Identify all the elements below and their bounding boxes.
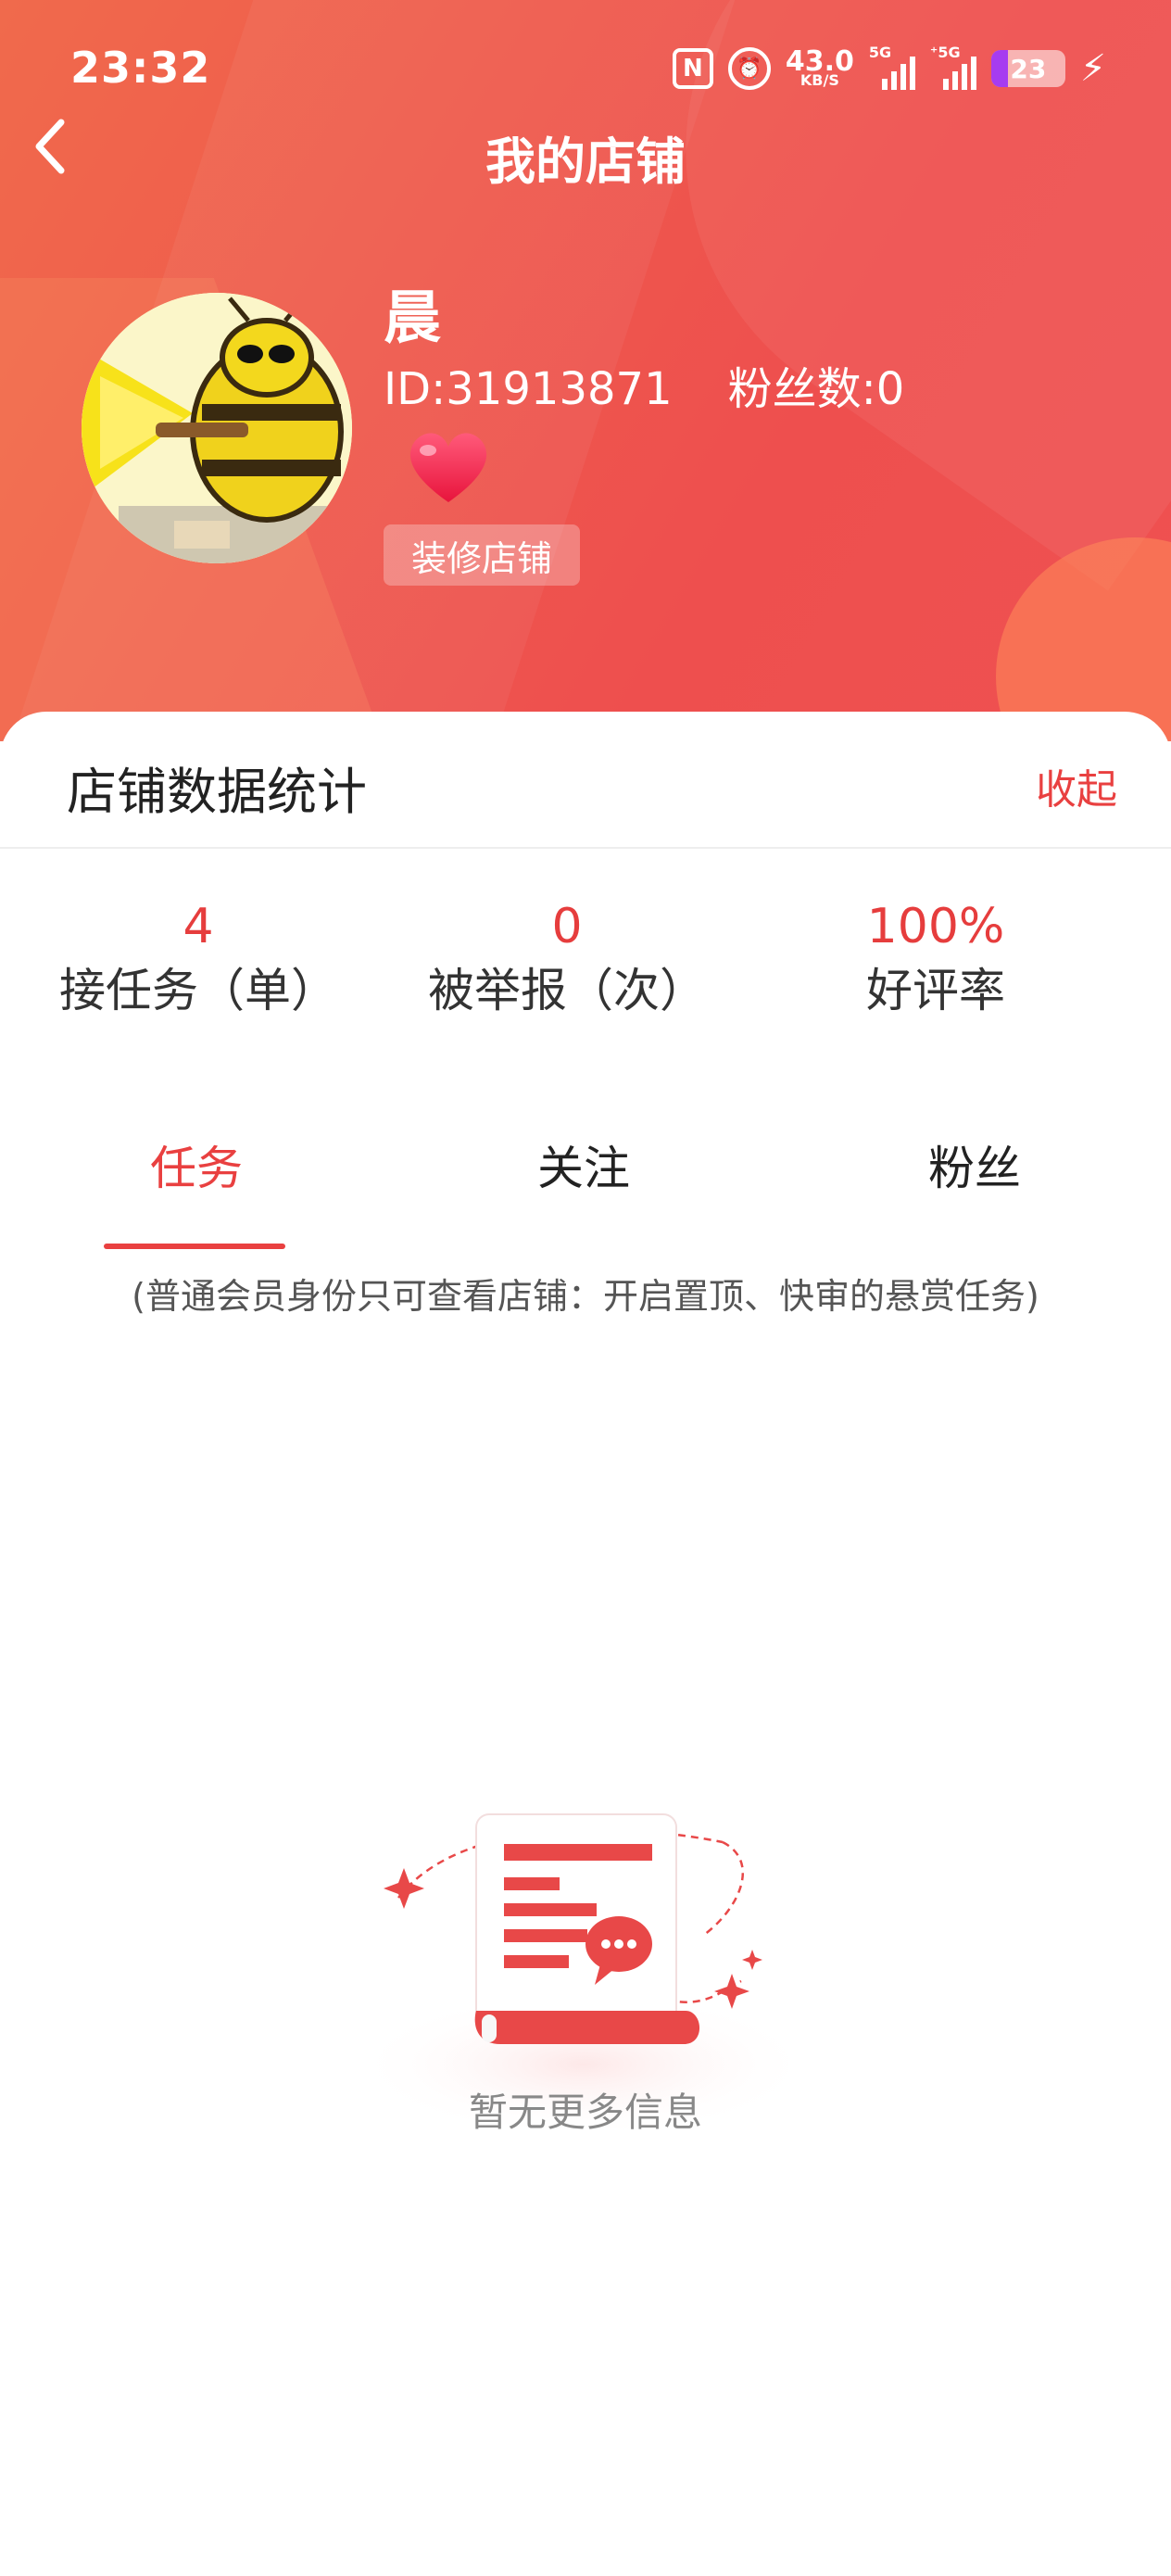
decorate-shop-button[interactable]: 装修店铺 <box>384 524 580 586</box>
battery-level: 23 <box>1010 53 1047 84</box>
nfc-icon: N <box>672 48 713 89</box>
net-speed: 43.0 KB/S <box>785 45 854 90</box>
member-notice: (普通会员身份只可查看店铺：开启置顶、快审的悬赏任务) <box>132 1276 1039 1317</box>
status-icons: N ⏰ 43.0 KB/S 5G ⁺5G 23 ⚡ <box>672 41 1106 96</box>
net-speed-value: 43.0 <box>785 45 854 79</box>
stat-value: 100% <box>866 899 1005 954</box>
stats-title: 店铺数据统计 <box>67 763 367 821</box>
header-banner: 23:32 N ⏰ 43.0 KB/S 5G ⁺5G 23 ⚡ 我的店铺 晨 I… <box>0 0 1171 741</box>
stats-header: 店铺数据统计 收起 <box>0 712 1171 849</box>
heart-icon <box>402 424 495 508</box>
net-speed-unit: KB/S <box>800 71 839 90</box>
stat-label: 好评率 <box>866 964 1005 1017</box>
signal-5g-icon: ⁺5G <box>930 44 976 90</box>
status-bar: 23:32 N ⏰ 43.0 KB/S 5G ⁺5G 23 ⚡ <box>0 0 1171 139</box>
shop-name: 晨 <box>384 284 442 351</box>
alarm-icon: ⏰ <box>727 47 771 90</box>
shop-id: ID:31913871 <box>384 363 673 415</box>
fans-count: 粉丝数:0 <box>727 363 905 415</box>
header-decor-circle <box>996 537 1171 741</box>
stat-label: 被举报（次） <box>428 964 706 1017</box>
stats-card: 店铺数据统计 收起 4 接任务（单） 0 被举报（次） 100% 好评率 任务 … <box>0 712 1171 2576</box>
stat-rating: 100% 好评率 <box>741 903 1130 1014</box>
tab-following[interactable]: 关注 <box>537 1145 630 1192</box>
status-time: 23:32 <box>70 43 211 93</box>
signal-5g-icon: 5G <box>869 44 915 90</box>
stat-value: 4 <box>183 899 214 954</box>
stat-reports: 0 被举报（次） <box>372 903 762 1014</box>
tab-fans[interactable]: 粉丝 <box>928 1145 1021 1192</box>
charging-icon: ⚡ <box>1079 47 1106 90</box>
shop-meta: ID:31913871 粉丝数:0 <box>384 352 904 417</box>
page-title: 我的店铺 <box>485 133 686 191</box>
active-tab-indicator <box>104 1244 285 1249</box>
stat-value: 0 <box>551 899 583 954</box>
battery-icon: 23 <box>990 50 1065 87</box>
avatar[interactable] <box>82 293 352 563</box>
collapse-button[interactable]: 收起 <box>1036 756 1117 815</box>
stat-tasks: 4 接任务（单） <box>4 903 393 1014</box>
empty-state-text: 暂无更多信息 <box>468 2090 702 2135</box>
tab-tasks[interactable]: 任务 <box>150 1145 243 1192</box>
stat-label: 接任务（单） <box>59 964 337 1017</box>
